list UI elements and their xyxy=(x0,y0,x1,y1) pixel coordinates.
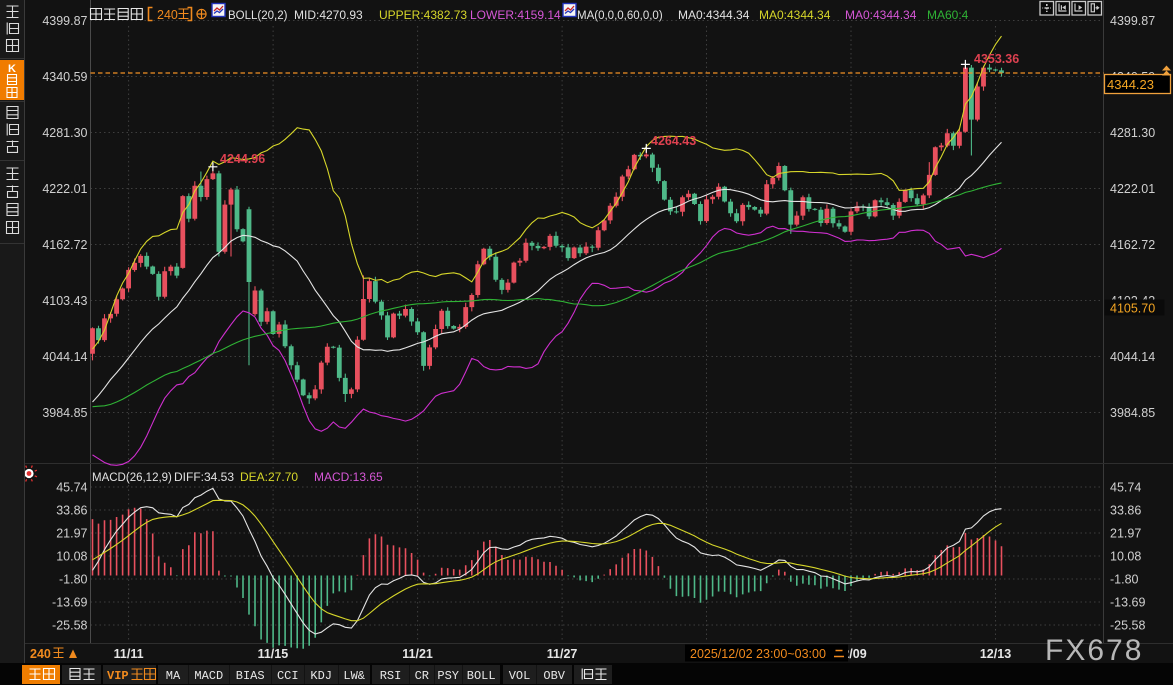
svg-text:RSI: RSI xyxy=(380,669,402,683)
svg-text:4353.36: 4353.36 xyxy=(974,52,1019,66)
svg-text:10.08: 10.08 xyxy=(56,550,87,564)
svg-text:K: K xyxy=(8,63,16,75)
svg-text:21.97: 21.97 xyxy=(1110,527,1141,541)
svg-text:FX678: FX678 xyxy=(1045,634,1143,667)
svg-text:-25.58: -25.58 xyxy=(52,619,87,633)
svg-text:240: 240 xyxy=(157,8,178,22)
svg-text:4264.43: 4264.43 xyxy=(651,134,696,148)
svg-text:-13.69: -13.69 xyxy=(52,596,87,610)
svg-text:4044.14: 4044.14 xyxy=(42,350,87,364)
svg-text:MACD: MACD xyxy=(194,669,223,683)
svg-text:PSY: PSY xyxy=(437,669,459,683)
svg-text:CCI: CCI xyxy=(277,669,299,683)
svg-text:4244.96: 4244.96 xyxy=(220,152,265,166)
svg-text:VOL: VOL xyxy=(509,669,531,683)
svg-text:4281.30: 4281.30 xyxy=(1110,126,1155,140)
svg-text:-1.80: -1.80 xyxy=(59,573,88,587)
svg-text:4340.59: 4340.59 xyxy=(42,70,87,84)
svg-text:11/21: 11/21 xyxy=(402,647,433,661)
svg-text:LW&: LW& xyxy=(343,669,365,683)
svg-text:4399.87: 4399.87 xyxy=(42,14,87,28)
svg-text:MA(0,0,0,60,0,0): MA(0,0,0,60,0,0) xyxy=(577,10,663,22)
svg-text:4344.23: 4344.23 xyxy=(1107,77,1154,92)
svg-text:33.86: 33.86 xyxy=(1110,504,1141,518)
svg-text:KDJ: KDJ xyxy=(310,669,332,683)
svg-text:4103.43: 4103.43 xyxy=(42,294,87,308)
svg-text:BOLL: BOLL xyxy=(467,669,496,683)
svg-text:4222.01: 4222.01 xyxy=(1110,182,1155,196)
svg-text:MACD:13.65: MACD:13.65 xyxy=(314,470,383,484)
svg-text:MA0:4344.34: MA0:4344.34 xyxy=(678,8,750,22)
svg-text:11/27: 11/27 xyxy=(547,647,578,661)
svg-text:4399.87: 4399.87 xyxy=(1110,14,1155,28)
svg-text:4222.01: 4222.01 xyxy=(42,182,87,196)
svg-text:11/15: 11/15 xyxy=(258,647,289,661)
svg-text:12/13: 12/13 xyxy=(980,647,1011,661)
svg-text:45.74: 45.74 xyxy=(56,481,87,495)
svg-text:VIP: VIP xyxy=(107,669,129,683)
svg-text:MA0:4344.34: MA0:4344.34 xyxy=(845,8,917,22)
svg-text:240: 240 xyxy=(30,647,51,661)
svg-text:LOWER:4159.14: LOWER:4159.14 xyxy=(470,8,561,22)
svg-text:4105.70: 4105.70 xyxy=(1110,302,1155,316)
svg-text:3984.85: 3984.85 xyxy=(1110,406,1155,420)
svg-text:-25.58: -25.58 xyxy=(1110,619,1145,633)
svg-text:UPPER:4382.73: UPPER:4382.73 xyxy=(379,8,467,22)
svg-text:3984.85: 3984.85 xyxy=(42,406,87,420)
svg-text:45.74: 45.74 xyxy=(1110,481,1141,495)
svg-text:DIFF:34.53: DIFF:34.53 xyxy=(174,470,234,484)
svg-text:CR: CR xyxy=(415,669,429,683)
svg-text:BIAS: BIAS xyxy=(236,669,265,683)
svg-text:11/11: 11/11 xyxy=(114,647,144,661)
svg-text:MID:4270.93: MID:4270.93 xyxy=(294,8,363,22)
svg-text:DEA:27.70: DEA:27.70 xyxy=(240,470,298,484)
svg-text:MA0:4344.34: MA0:4344.34 xyxy=(759,8,831,22)
svg-text:-13.69: -13.69 xyxy=(1110,596,1145,610)
svg-text:4162.72: 4162.72 xyxy=(1110,238,1155,252)
svg-text:10.08: 10.08 xyxy=(1110,550,1141,564)
svg-text:33.86: 33.86 xyxy=(56,504,87,518)
svg-text:2025/12/02 23:00~03:00: 2025/12/02 23:00~03:00 xyxy=(690,647,826,661)
svg-text:4044.14: 4044.14 xyxy=(1110,350,1155,364)
svg-text:OBV: OBV xyxy=(543,669,565,683)
svg-text:BOLL(20,2): BOLL(20,2) xyxy=(228,10,288,22)
svg-text:4162.72: 4162.72 xyxy=(42,238,87,252)
svg-text:4281.30: 4281.30 xyxy=(42,126,87,140)
svg-text:-1.80: -1.80 xyxy=(1110,573,1139,587)
svg-text:MA60:4: MA60:4 xyxy=(927,8,969,22)
svg-text:MACD(26,12,9): MACD(26,12,9) xyxy=(92,472,172,484)
svg-text:MA: MA xyxy=(166,669,181,683)
svg-text:21.97: 21.97 xyxy=(56,527,87,541)
